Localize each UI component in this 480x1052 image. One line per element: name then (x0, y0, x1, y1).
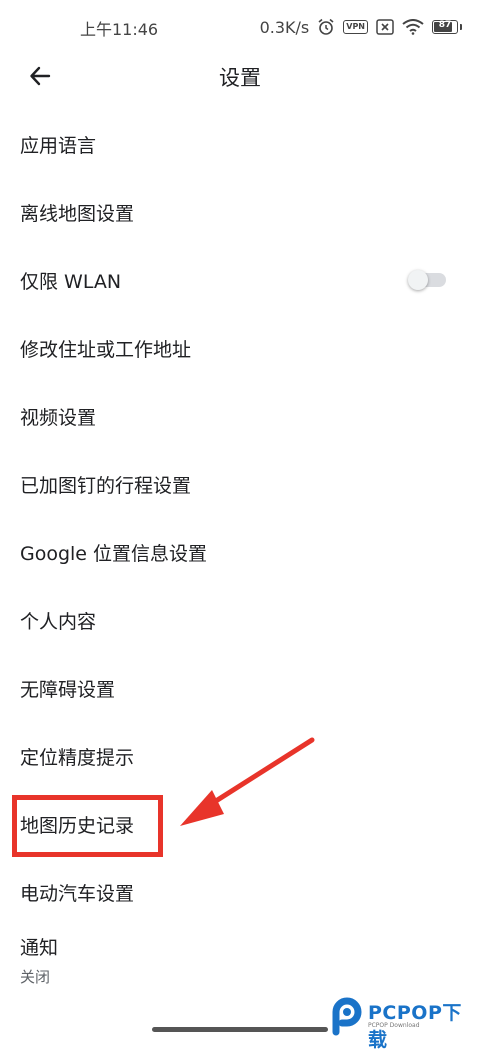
annotation-arrow (180, 737, 315, 826)
pcpop-logo-icon (332, 997, 362, 1036)
home-indicator[interactable] (152, 1027, 328, 1032)
watermark-subtext: PCPOP Download (368, 1022, 420, 1029)
watermark-logo: PCPOP下载 PCPOP Download (330, 996, 478, 1051)
